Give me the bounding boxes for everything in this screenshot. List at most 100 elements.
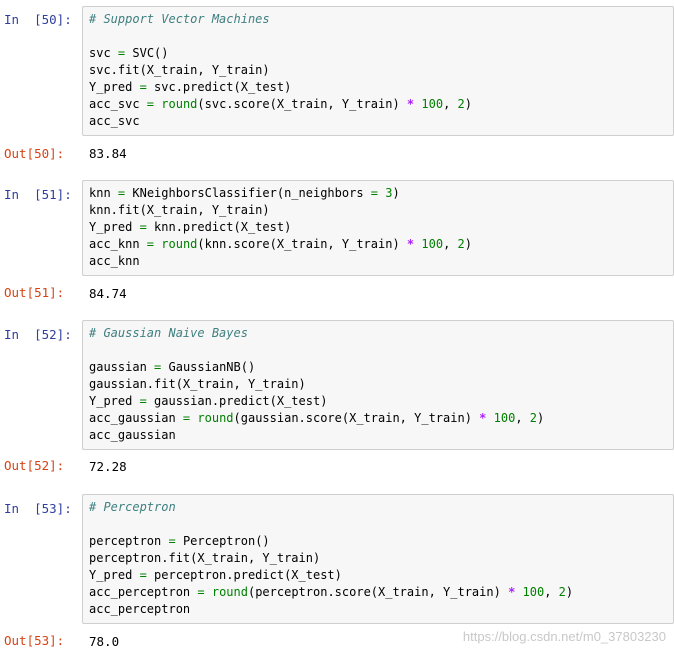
code-line: acc_knn [89,253,667,270]
code-token: = [139,220,147,234]
code-token: = [370,186,379,200]
code-token: knn [89,186,118,200]
code-line: knn.fit(X_train, Y_train) [89,202,667,219]
code-token: , [443,97,458,111]
code-token: knn.predict(X_test) [146,220,292,234]
code-token: 100 [421,97,444,111]
code-token: Y_pred [89,568,140,582]
code-token: SVC() [125,46,169,60]
code-token: svc.predict(X_test) [146,80,292,94]
code-token: gaussian.fit(X_train, Y_train) [89,377,306,391]
code-line: acc_svc [89,113,667,130]
code-token: acc_knn [89,237,147,251]
code-token: # Support Vector Machines [89,12,270,26]
code-token: 2 [457,97,465,111]
code-token: acc_perceptron [89,602,191,616]
code-token: = [146,237,155,251]
code-line: acc_gaussian = round(gaussian.score(X_tr… [89,410,667,427]
code-token: (gaussian.score(X_train, Y_train) [233,411,480,425]
code-line: acc_gaussian [89,427,667,444]
output-prompt: Out[53]: [4,633,65,648]
code-token: Y_pred [89,80,140,94]
code-token: GaussianNB() [161,360,256,374]
code-line: # Gaussian Naive Bayes [89,325,667,342]
code-token: ) [565,585,574,599]
code-token: 100 [493,411,516,425]
code-token: Y_pred [89,220,140,234]
code-line: svc = SVC() [89,45,667,62]
code-token: Perceptron() [175,534,270,548]
code-token: # Gaussian Naive Bayes [89,326,248,340]
code-line: Y_pred = svc.predict(X_test) [89,79,667,96]
code-token: ) [464,237,472,251]
code-token: 100 [421,237,444,251]
code-token: 100 [522,585,545,599]
code-token: , [544,585,559,599]
code-editor[interactable]: # Perceptron perceptron = Perceptron() per… [82,494,674,624]
code-token: acc_svc [89,97,147,111]
code-token: acc_svc [89,114,140,128]
input-prompt: In [53]: [4,501,72,516]
code-line: gaussian = GaussianNB() [89,359,667,376]
code-token: round [161,97,198,111]
code-token: perceptron [89,534,169,548]
code-token: svc [89,46,118,60]
code-token: = [146,97,155,111]
code-token: perceptron.predict(X_test) [146,568,342,582]
output-value: 84.74 [89,286,127,301]
output-value: 78.0 [89,634,120,649]
output-prompt: Out[50]: [4,146,65,161]
code-token: round [161,237,198,251]
code-token: 2 [457,237,465,251]
code-token: acc_perceptron [89,585,198,599]
code-token: , [515,411,530,425]
code-line: acc_svc = round(svc.score(X_train, Y_tra… [89,96,667,113]
code-lines: # Perceptron perceptron = Perceptron() per… [89,499,667,618]
code-lines: # Support Vector Machines svc = SVC() svc.… [89,11,667,130]
code-editor[interactable]: # Gaussian Naive Bayes gaussian = Gaussia… [82,320,674,450]
code-token: (perceptron.score(X_train, Y_train) [247,585,509,599]
code-token: (svc.score(X_train, Y_train) [197,97,407,111]
code-token: 2 [529,411,537,425]
code-line: perceptron.fit(X_train, Y_train) [89,550,667,567]
code-token: knn.fit(X_train, Y_train) [89,203,270,217]
code-editor[interactable]: # Support Vector Machines svc = SVC() svc.… [82,6,674,136]
code-lines: knn = KNeighborsClassifier(n_neighbors =… [89,185,667,270]
code-line: gaussian.fit(X_train, Y_train) [89,376,667,393]
code-editor[interactable]: knn = KNeighborsClassifier(n_neighbors =… [82,180,674,276]
code-line: acc_knn = round(knn.score(X_train, Y_tra… [89,236,667,253]
code-line: # Perceptron [89,499,667,516]
code-token: acc_gaussian [89,411,183,425]
code-token: 2 [558,585,566,599]
output-value: 72.28 [89,459,127,474]
output-value: 83.84 [89,146,127,161]
input-prompt: In [51]: [4,187,72,202]
code-token: KNeighborsClassifier(n_neighbors [125,186,371,200]
code-token: ) [464,97,472,111]
code-line: knn = KNeighborsClassifier(n_neighbors =… [89,185,667,202]
code-token: = [139,568,147,582]
code-token: acc_knn [89,254,140,268]
output-prompt: Out[52]: [4,458,65,473]
code-token: # Perceptron [89,500,176,514]
code-token: acc_gaussian [89,428,176,442]
code-token: (knn.score(X_train, Y_train) [197,237,407,251]
code-line: acc_perceptron [89,601,667,618]
code-token: gaussian [89,360,155,374]
watermark: https://blog.csdn.net/m0_37803230 [462,629,666,644]
code-token: ) [392,186,400,200]
code-token: ) [537,411,545,425]
code-line: Y_pred = perceptron.predict(X_test) [89,567,667,584]
code-token: = [168,534,176,548]
code-line: Y_pred = knn.predict(X_test) [89,219,667,236]
code-token: Y_pred [89,394,140,408]
input-prompt: In [50]: [4,12,72,27]
output-prompt: Out[51]: [4,285,65,300]
code-token: round [197,411,234,425]
code-token: , [443,237,458,251]
